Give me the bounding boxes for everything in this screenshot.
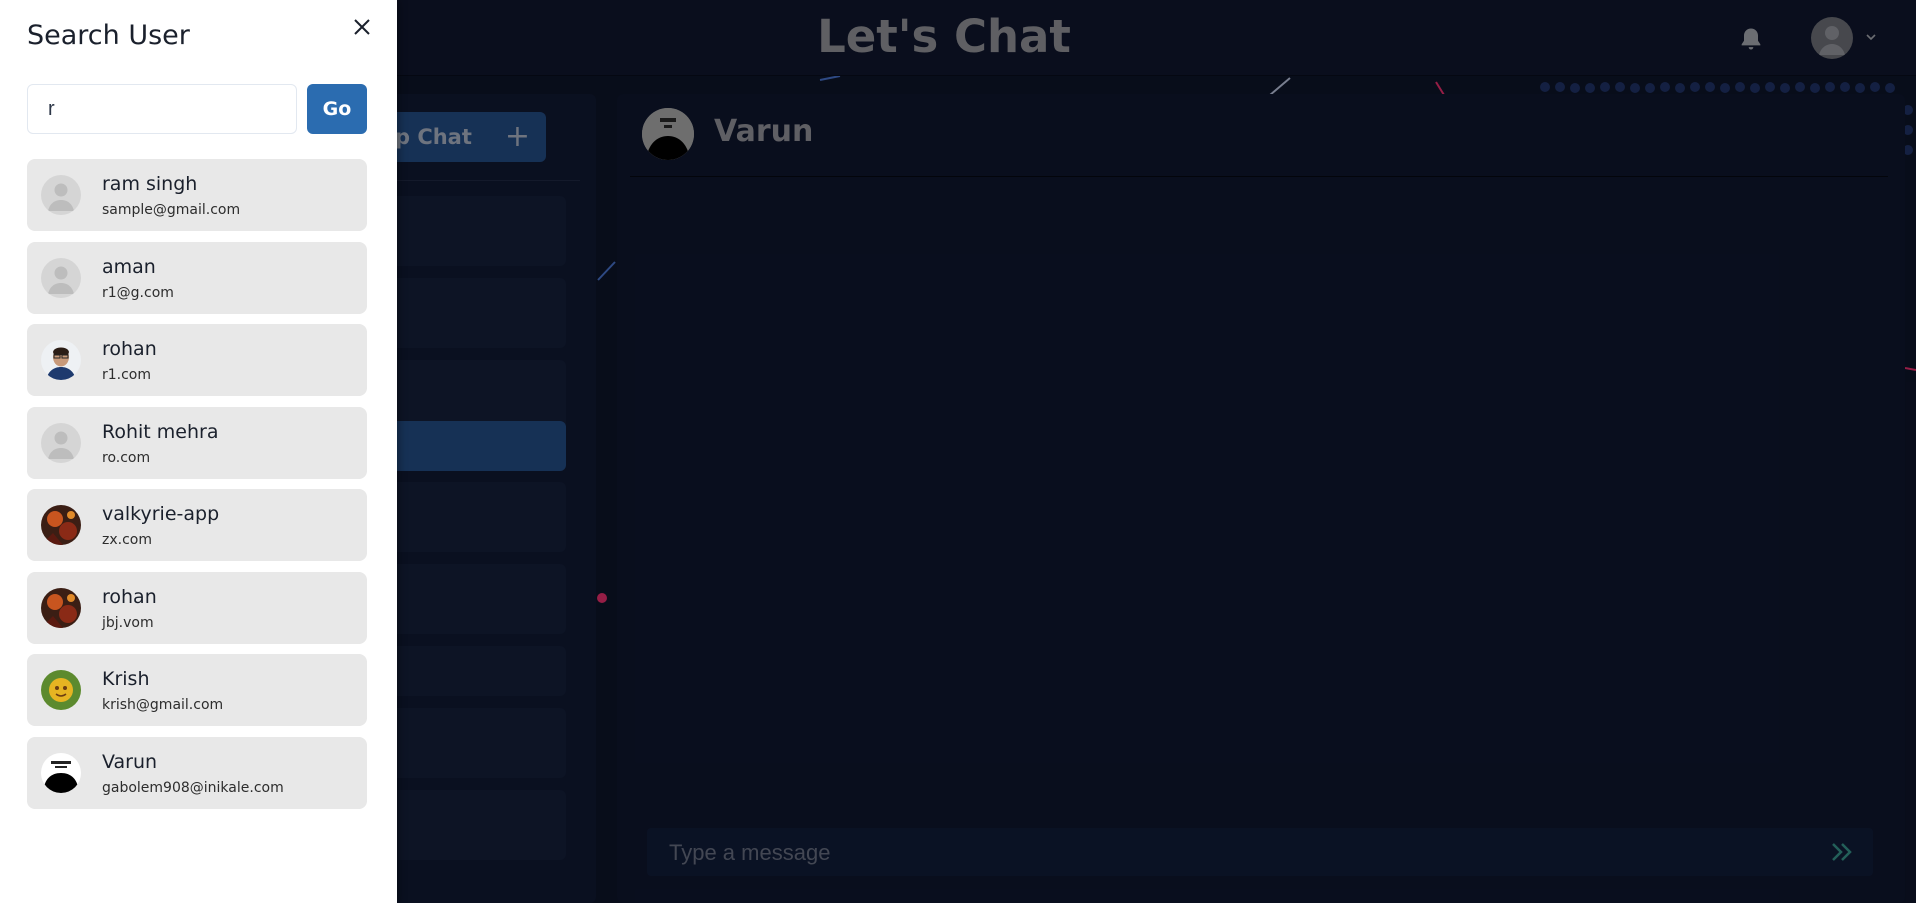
- avatar: [41, 752, 81, 793]
- avatar: [41, 340, 81, 380]
- user-name: Rohit mehra: [102, 420, 219, 443]
- user-email: r1.com: [102, 367, 152, 383]
- drawer-title: Search User: [27, 20, 190, 51]
- user-name: aman: [102, 255, 156, 278]
- user-result-item[interactable]: Rohit mehra ro.com: [27, 406, 367, 479]
- user-result-item[interactable]: aman r1@g.com: [27, 241, 367, 314]
- avatar: [41, 670, 81, 710]
- user-name: valkyrie-app: [102, 503, 220, 525]
- user-name: Varun: [102, 750, 158, 773]
- avatar: [41, 175, 81, 215]
- avatar: [41, 257, 81, 298]
- user-email: r1@g.com: [102, 284, 174, 301]
- search-results-list: ram singh sample@gmail.com aman r1@g.com…: [27, 159, 367, 819]
- user-name: rohan: [102, 338, 157, 360]
- avatar: [41, 587, 81, 628]
- user-email: zx.com: [102, 532, 152, 548]
- user-email: jbj.vom: [102, 614, 154, 631]
- user-name: rohan: [102, 585, 157, 608]
- user-result-item[interactable]: rohan r1.com: [27, 324, 367, 396]
- close-icon[interactable]: [349, 14, 375, 40]
- search-input[interactable]: [27, 84, 297, 134]
- user-result-item[interactable]: Krish krish@gmail.com: [27, 654, 367, 726]
- user-email: gabolem908@inikale.com: [102, 779, 284, 796]
- avatar: [41, 505, 81, 545]
- user-result-item[interactable]: rohan jbj.vom: [27, 571, 367, 644]
- search-user-drawer: Search User Go ram singh sample@gmail.co…: [0, 0, 397, 903]
- avatar: [41, 422, 81, 463]
- user-email: sample@gmail.com: [102, 202, 241, 218]
- user-result-item[interactable]: valkyrie-app zx.com: [27, 489, 367, 561]
- user-email: ro.com: [102, 449, 151, 466]
- user-email: krish@gmail.com: [102, 697, 224, 713]
- user-name: Krish: [102, 668, 150, 690]
- user-name: ram singh: [102, 173, 198, 195]
- user-result-item[interactable]: Varun gabolem908@inikale.com: [27, 736, 367, 809]
- go-button[interactable]: Go: [307, 84, 367, 134]
- user-result-item[interactable]: ram singh sample@gmail.com: [27, 159, 367, 231]
